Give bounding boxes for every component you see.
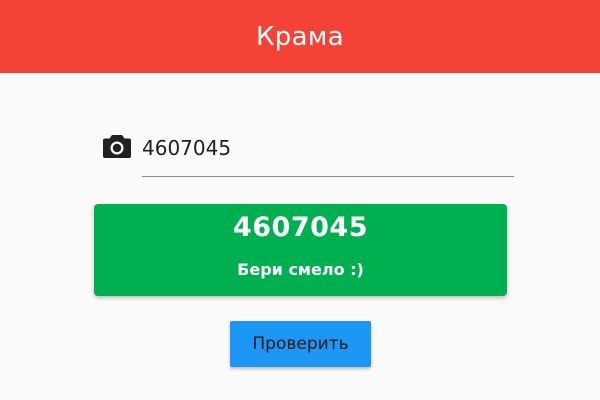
result-code: 4607045 <box>232 212 368 243</box>
barcode-input-row <box>98 126 514 178</box>
barcode-field <box>142 126 514 178</box>
app-bar: Крама <box>0 0 600 73</box>
result-card: 4607045 Бери смело :) <box>94 204 507 296</box>
camera-icon[interactable] <box>102 133 132 159</box>
barcode-field-underline <box>142 176 514 177</box>
app-title: Крама <box>256 21 344 52</box>
check-button[interactable]: Проверить <box>230 321 371 367</box>
barcode-input[interactable] <box>142 130 512 166</box>
result-message: Бери смело :) <box>237 260 364 279</box>
